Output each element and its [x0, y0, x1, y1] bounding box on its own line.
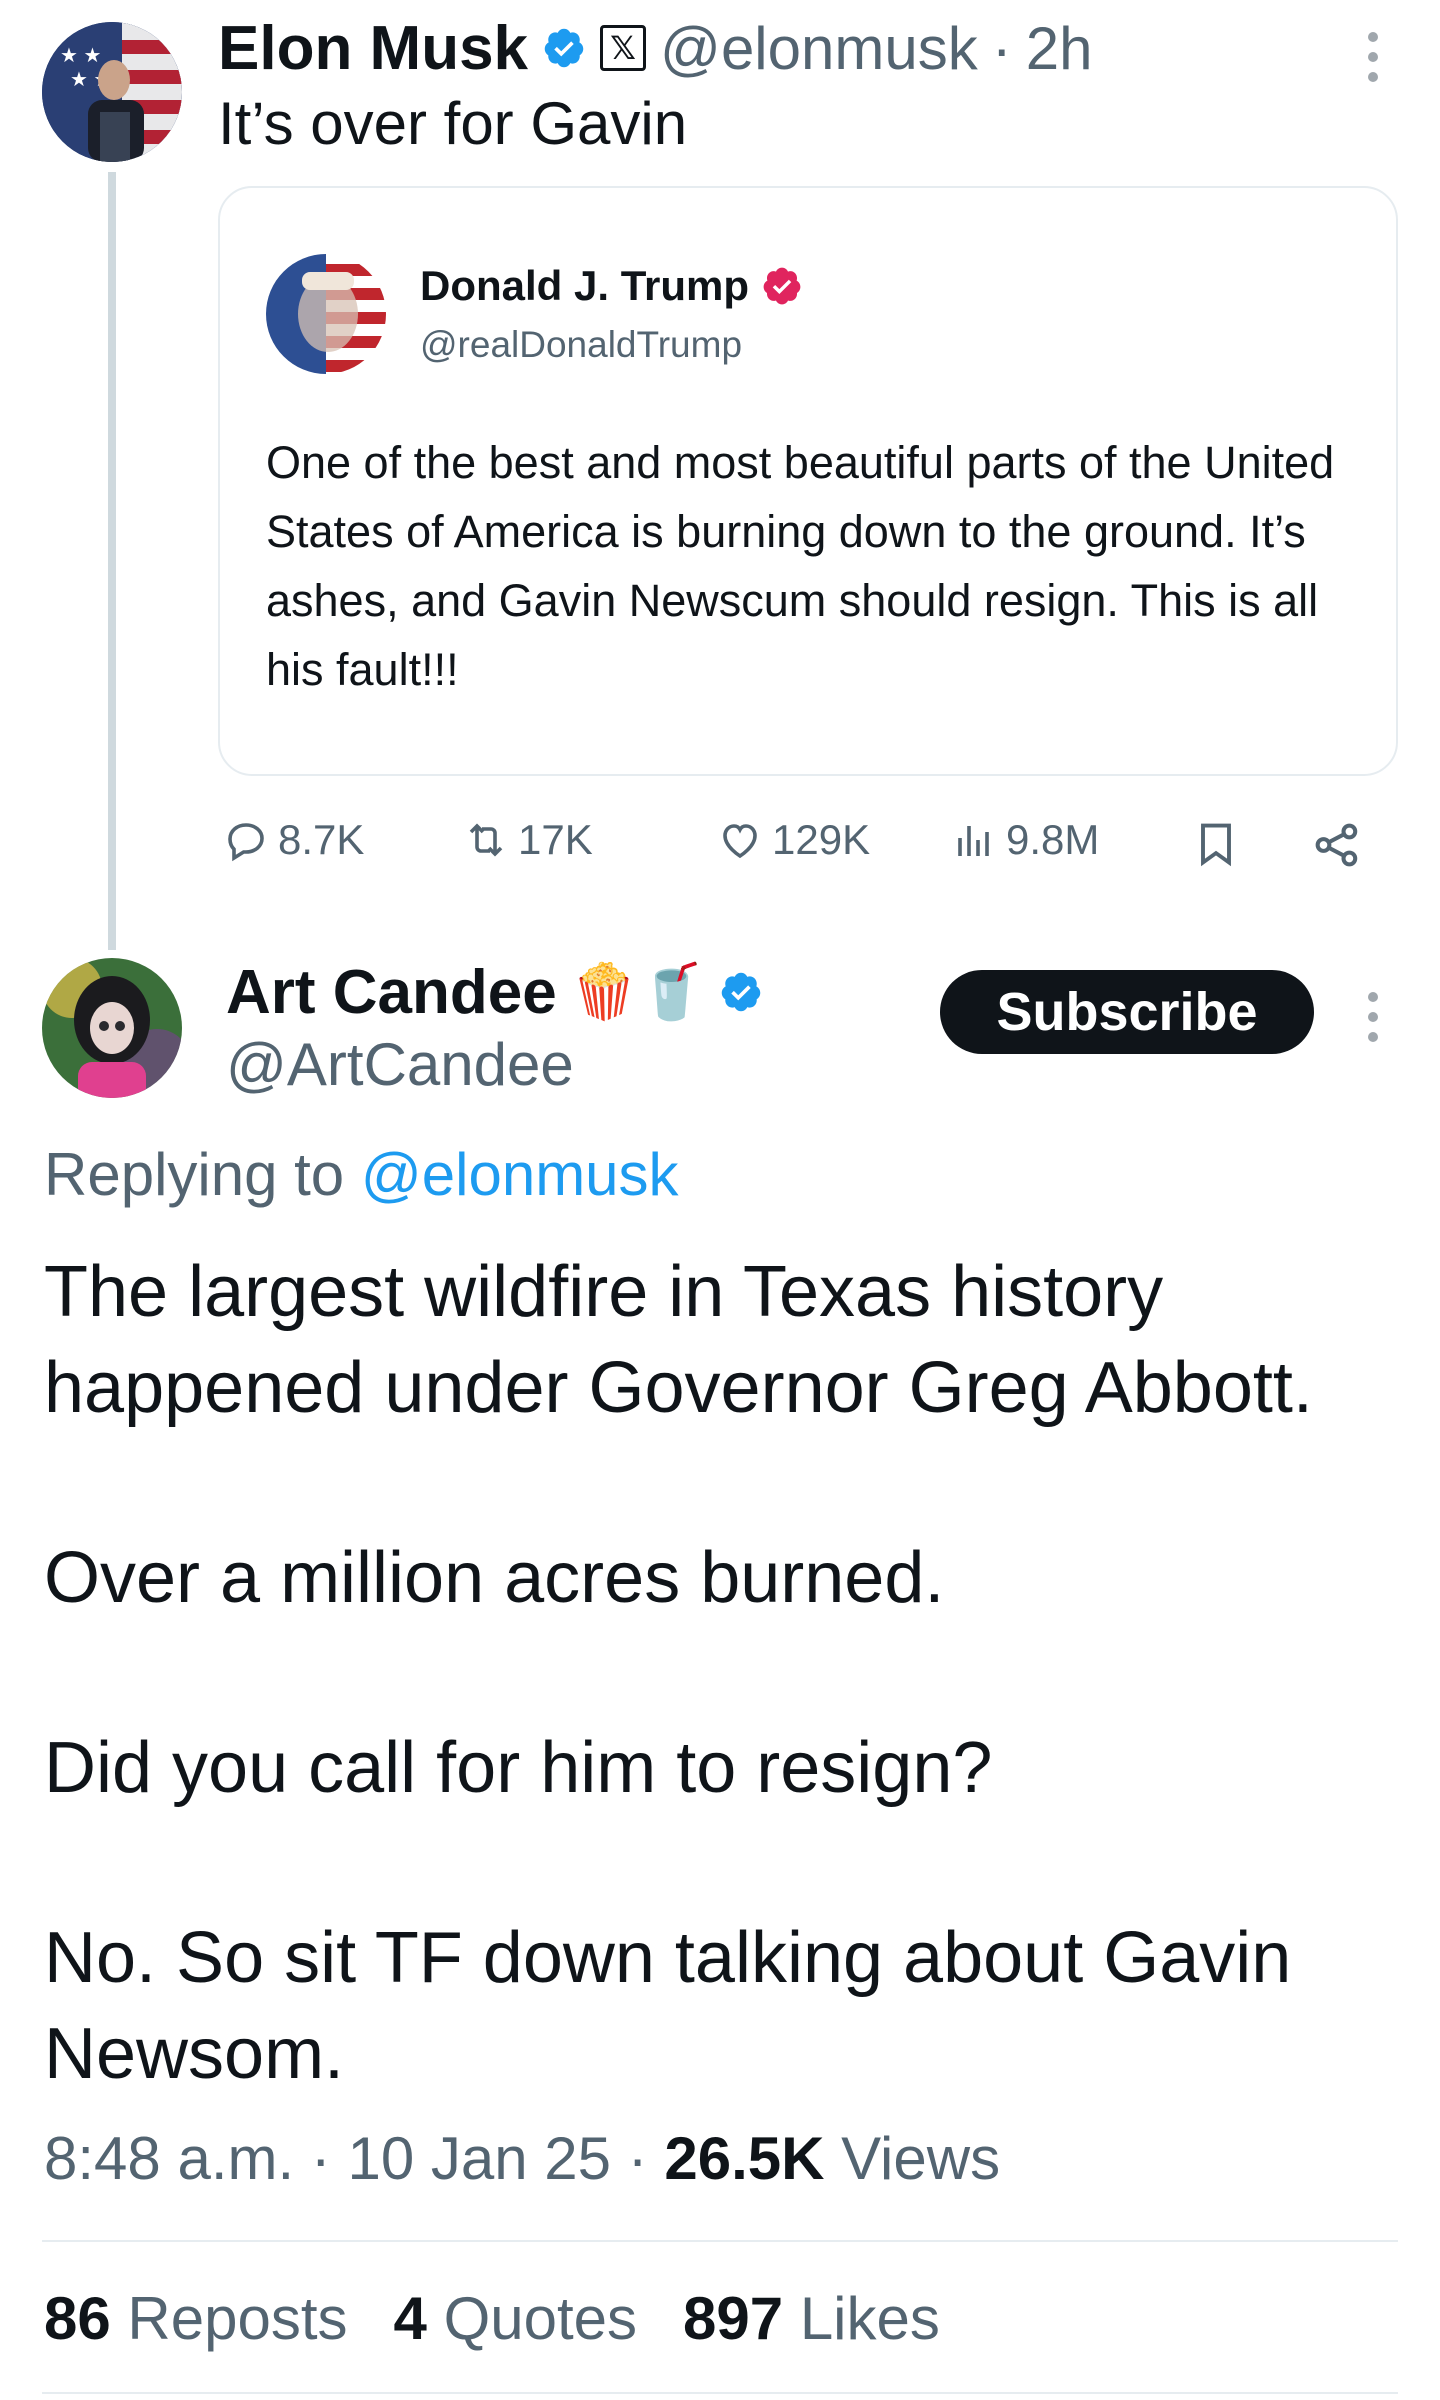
reply-paragraph-2: Over a million acres burned.: [44, 1538, 945, 1618]
verified-badge-icon: [721, 972, 761, 1012]
analytics-icon: [958, 826, 989, 856]
embedded-author-name[interactable]: Donald J. Trump: [420, 262, 749, 310]
views-count: 26.5K: [664, 2125, 825, 2192]
timestamp-row: 8:48 a.m. · 10 Jan 25 · 26.5K Views: [44, 2124, 1000, 2193]
thread-line: [108, 172, 116, 950]
share-icon: [1315, 823, 1358, 867]
reposts-count: 86: [44, 2285, 111, 2352]
reply-paragraph-1: The largest wildfire in Texas history ha…: [44, 1252, 1313, 1428]
elon-header: Elon Musk 𝕏 @elonmusk · 2h: [218, 8, 1092, 88]
replying-to-handle-link[interactable]: @elonmusk: [361, 1141, 679, 1208]
popcorn-drink-emoji: 🍿🥤: [570, 960, 706, 1023]
embedded-author-row: Donald J. Trump: [420, 262, 803, 310]
share-button[interactable]: [1310, 818, 1364, 877]
subscribe-button[interactable]: Subscribe: [940, 970, 1314, 1054]
embedded-author-handle[interactable]: @realDonaldTrump: [420, 324, 742, 366]
elon-avatar[interactable]: ★ ★ ★ ★: [42, 22, 182, 162]
svg-text:★ ★: ★ ★: [60, 45, 101, 67]
divider: [42, 2240, 1398, 2242]
like-metric[interactable]: 129K: [716, 816, 870, 864]
author-name[interactable]: Elon Musk: [218, 13, 528, 84]
replying-to-line: Replying to @elonmusk: [44, 1140, 679, 1209]
engagement-stats: 86 Reposts 4 Quotes 897 Likes: [44, 2284, 940, 2353]
quotes-count: 4: [393, 2285, 427, 2352]
tweet-text: It’s over for Gavin: [218, 90, 688, 157]
reply-icon: [228, 823, 264, 862]
likes-stat[interactable]: 897 Likes: [683, 2284, 940, 2353]
like-count: 129K: [772, 816, 871, 863]
reply-author-row: Art Candee 🍿🥤: [226, 952, 763, 1032]
timestamp[interactable]: 8:48 a.m. · 10 Jan 25 ·: [44, 2125, 664, 2192]
verified-badge-icon: [544, 28, 584, 68]
avatar-illustration-icon: [42, 958, 182, 1098]
repost-metric[interactable]: 17K: [462, 816, 593, 864]
quotes-label: Quotes: [443, 2285, 638, 2352]
reply-metric[interactable]: 8.7K: [222, 816, 364, 864]
reply-author-handle[interactable]: @ArtCandee: [226, 1030, 574, 1099]
avatar-portrait-icon: [266, 254, 386, 374]
replying-to-label: Replying to: [44, 1141, 345, 1208]
views-label: Views: [841, 2125, 1001, 2192]
avatar-flag-icon: ★ ★ ★ ★: [42, 22, 182, 162]
artcandee-avatar[interactable]: [42, 958, 182, 1098]
likes-label: Likes: [799, 2285, 940, 2352]
likes-count: 897: [683, 2285, 784, 2352]
government-badge-icon: [763, 267, 801, 305]
trump-avatar[interactable]: [266, 254, 386, 374]
views-metric[interactable]: 9.8M: [950, 816, 1099, 864]
repost-count: 17K: [518, 816, 593, 863]
repost-icon: [469, 823, 503, 857]
more-options-icon[interactable]: [1368, 992, 1382, 1042]
reposts-stat[interactable]: 86 Reposts: [44, 2284, 348, 2353]
x-affiliation-icon: 𝕏: [600, 25, 647, 71]
author-handle[interactable]: @elonmusk: [660, 14, 978, 83]
tweet-time[interactable]: 2h: [1026, 14, 1093, 83]
reply-author-name[interactable]: Art Candee: [226, 957, 557, 1028]
reply-paragraph-4: No. So sit TF down talking about Gavin N…: [44, 1918, 1292, 2094]
embedded-post-card[interactable]: Donald J. Trump @realDonaldTrump One of …: [218, 186, 1398, 776]
bookmark-button[interactable]: [1190, 818, 1242, 875]
quotes-stat[interactable]: 4 Quotes: [394, 2284, 638, 2353]
views-count: 9.8M: [1006, 816, 1100, 863]
more-options-icon[interactable]: [1368, 32, 1382, 82]
bottom-divider: [42, 2392, 1398, 2394]
separator-dot: ·: [991, 14, 1012, 82]
bookmark-icon: [1201, 823, 1231, 867]
heart-icon: [723, 824, 757, 859]
reposts-label: Reposts: [127, 2285, 348, 2352]
embedded-post-text: One of the best and most beautiful parts…: [266, 437, 1335, 695]
reply-count: 8.7K: [278, 816, 365, 863]
reply-paragraph-3: Did you call for him to resign?: [44, 1728, 993, 1808]
